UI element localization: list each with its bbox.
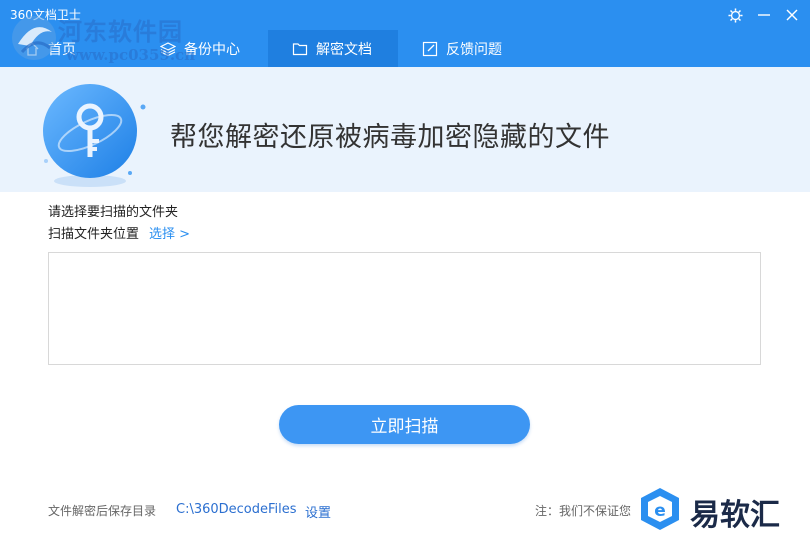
brand-text: 易软汇: [690, 498, 780, 533]
scan-now-button[interactable]: 立即扫描: [279, 405, 530, 444]
tab-decrypt-docs-label: 解密文档: [316, 41, 372, 58]
disclaimer-note: 注：我们不保证您: [535, 504, 632, 518]
scan-prompt: 请选择要扫描的文件夹: [48, 205, 179, 220]
settings-icon[interactable]: [724, 4, 746, 26]
svg-text:e: e: [654, 501, 666, 521]
folder-icon: [292, 41, 308, 57]
hero-headline: 帮您解密还原被病毒加密隐藏的文件: [170, 122, 610, 153]
folder-list-box[interactable]: [48, 252, 761, 365]
save-dir-path-link[interactable]: C:\360DecodeFiles: [176, 502, 297, 517]
watermark-url: www.pc0359.cn: [66, 46, 196, 64]
minimize-icon[interactable]: [753, 4, 775, 26]
folder-location-label: 扫描文件夹位置: [48, 227, 140, 242]
yiruanhui-logo: e: [638, 486, 682, 532]
key-icon: [38, 81, 148, 191]
watermark-text: 河东软件园: [58, 18, 183, 46]
select-folder-link[interactable]: 选择 >: [149, 223, 190, 242]
close-icon[interactable]: [781, 4, 803, 26]
watermark-logo: [6, 8, 64, 66]
tab-decrypt-docs[interactable]: 解密文档: [268, 30, 398, 67]
tab-feedback[interactable]: 反馈问题: [398, 30, 528, 67]
hero-banner: 帮您解密还原被病毒加密隐藏的文件: [0, 67, 810, 192]
edit-icon: [422, 41, 438, 57]
settings-link[interactable]: 设置: [305, 502, 331, 521]
tab-feedback-label: 反馈问题: [446, 41, 502, 58]
save-dir-label: 文件解密后保存目录: [48, 504, 157, 518]
